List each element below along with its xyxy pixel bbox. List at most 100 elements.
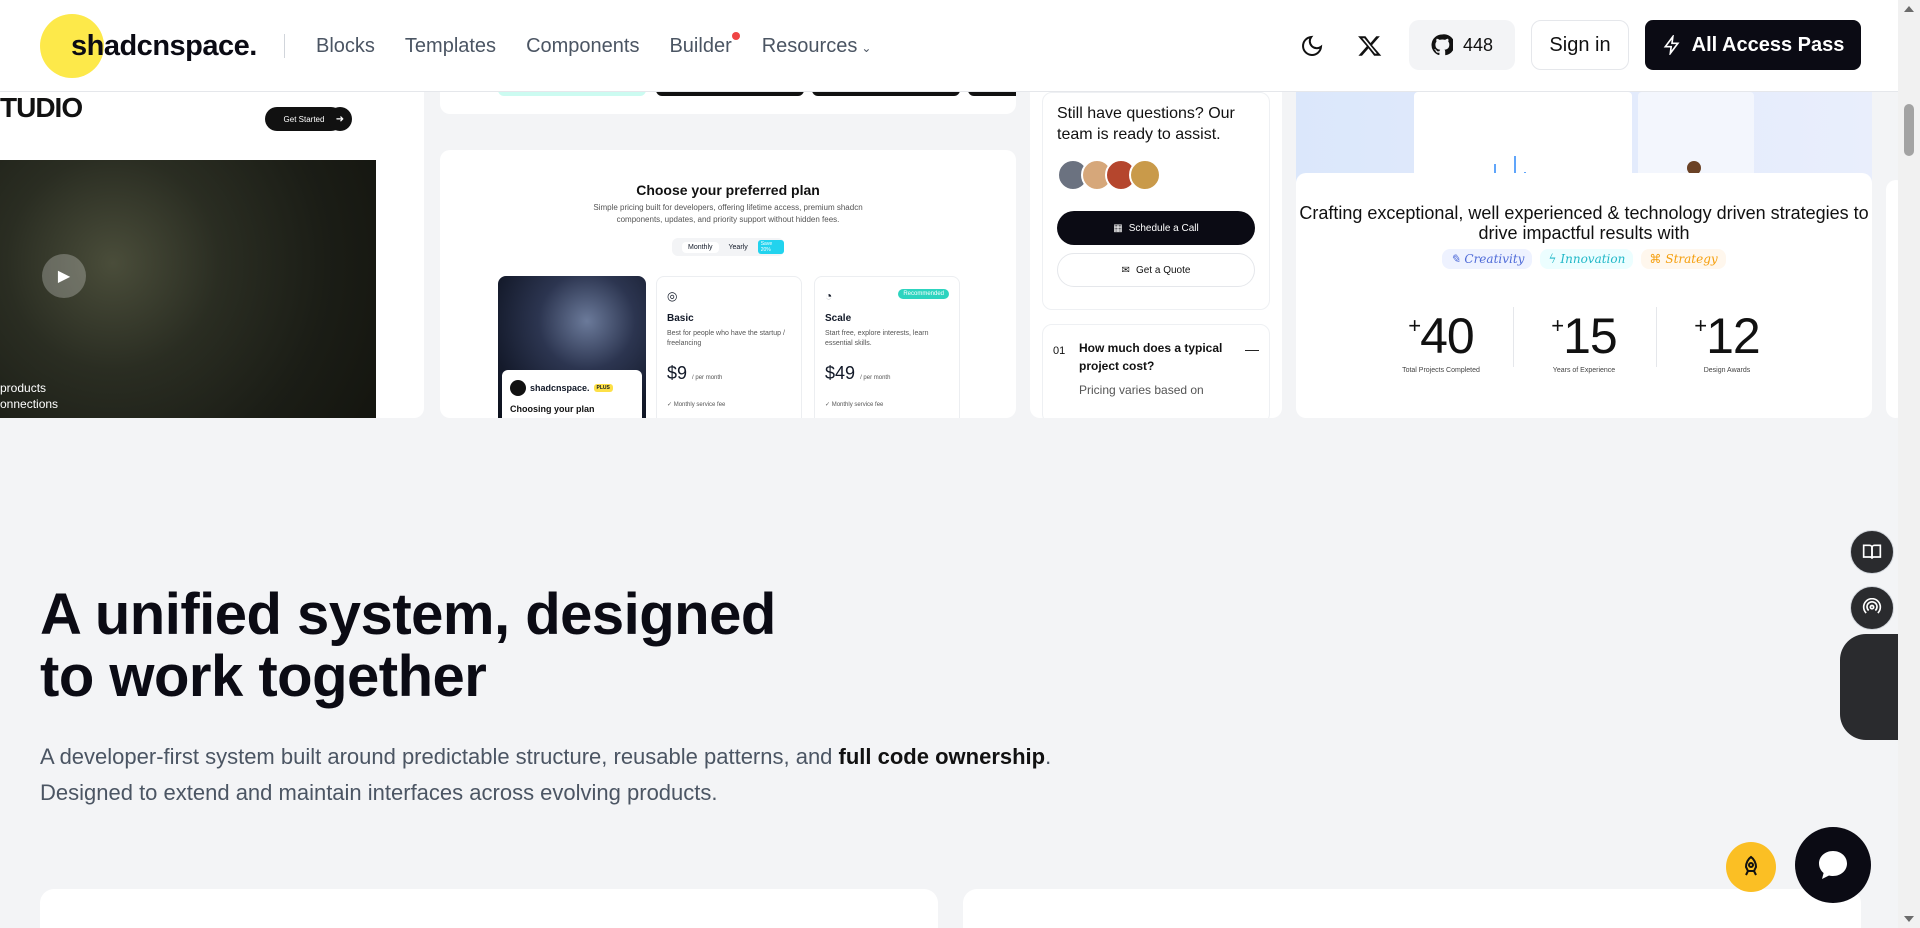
stat-label: Total Projects Completed <box>1402 367 1480 374</box>
nav-components[interactable]: Components <box>526 35 639 58</box>
plan-period: / per month <box>692 375 723 381</box>
toggle-yearly[interactable]: Yearly <box>729 244 748 251</box>
arrow-right-icon[interactable]: ➜ <box>328 107 352 131</box>
podcast-icon <box>1862 598 1882 614</box>
plan-name: Basic <box>667 313 694 324</box>
video-thumbnail[interactable]: ▶ products onnections <box>0 160 376 418</box>
chip-innovation: ϟ Innovation <box>1540 249 1634 269</box>
yearly-badge: Save 20% <box>757 240 784 254</box>
description-emphasis: full code ownership <box>838 744 1046 769</box>
faq-item-title: How much does a typical project cost? <box>1079 341 1223 373</box>
x-icon <box>1358 36 1382 56</box>
plan-feature: ✓ Monthly service fee <box>667 402 726 408</box>
all-access-pass-button[interactable]: All Access Pass <box>1645 20 1861 70</box>
launch-button[interactable] <box>1726 842 1776 892</box>
calendar-icon: ▦ <box>1113 222 1123 234</box>
minus-icon[interactable]: — <box>1245 341 1259 357</box>
scroll-up-icon[interactable] <box>1904 6 1914 12</box>
chip-strategy: ⌘ Strategy <box>1641 249 1726 269</box>
site-header: shadcnspace. Blocks Templates Components… <box>0 0 1898 92</box>
x-link-button[interactable] <box>1346 22 1394 70</box>
docs-button[interactable] <box>1850 530 1894 574</box>
section-description: A developer-first system built around pr… <box>40 739 1051 811</box>
pricing-title: Choose your preferred plan <box>636 182 820 198</box>
play-icon[interactable]: ▶ <box>42 254 86 298</box>
studio-preview-card[interactable]: TUDIO Get Started ➜ ▶ products onnection… <box>0 92 424 418</box>
recommended-badge: Recommended <box>898 289 949 299</box>
nav-templates[interactable]: Templates <box>405 35 496 58</box>
bolt-icon <box>1663 35 1680 55</box>
stat-number: 15 <box>1563 308 1618 364</box>
get-quote-button[interactable]: ✉ Get a Quote <box>1057 253 1255 287</box>
schedule-call-label: Schedule a Call <box>1128 222 1199 234</box>
edge-preview-card[interactable] <box>1886 180 1898 418</box>
image-overlay-card: shadcnspace. PLUS Choosing your plan <box>502 370 642 418</box>
moon-icon <box>1302 35 1323 56</box>
video-caption-line2: onnections <box>0 397 59 411</box>
plan-price-value: $9 <box>667 363 688 383</box>
sign-in-button[interactable]: Sign in <box>1531 20 1629 70</box>
stats-title: Crafting exceptional, well experienced &… <box>1299 203 1869 243</box>
podcast-button[interactable] <box>1850 586 1894 630</box>
strategy-chips: ✎ Creativity ϟ Innovation ⌘ Strategy <box>1296 249 1872 269</box>
buttons-preview-card[interactable] <box>440 92 1016 114</box>
plan-feature-text: Monthly service fee <box>831 402 884 408</box>
schedule-call-button[interactable]: ▦ Schedule a Call <box>1057 211 1255 245</box>
stat-value: +12 <box>1694 308 1760 364</box>
nav-resources-label: Resources <box>761 34 858 57</box>
image-brand: shadcnspace. PLUS <box>510 380 613 396</box>
get-quote-label: Get a Quote <box>1135 264 1191 276</box>
rail-background <box>1840 634 1898 740</box>
scroll-down-icon[interactable] <box>1904 916 1914 922</box>
pie-icon: ◔ <box>825 289 833 303</box>
toggle-monthly[interactable]: Monthly <box>682 241 719 253</box>
video-caption: products onnections <box>0 380 58 412</box>
plus-badge: PLUS <box>593 384 613 392</box>
stats-preview-card[interactable]: Crafting exceptional, well experienced &… <box>1296 173 1872 418</box>
strip-button <box>498 92 646 96</box>
section-headline: A unified system, designed to work toget… <box>40 584 776 708</box>
faq-accordion-item[interactable]: 01 How much does a typical project cost?… <box>1042 324 1270 418</box>
wand-icon: ✎ <box>1450 252 1461 266</box>
chat-button[interactable] <box>1795 827 1871 903</box>
faq-preview-card[interactable]: Still have questions? Our team is ready … <box>1030 92 1282 418</box>
description-line-2: Designed to extend and maintain interfac… <box>40 780 718 805</box>
main-nav: Blocks Templates Components Builder Reso… <box>316 0 901 92</box>
nav-blocks[interactable]: Blocks <box>316 35 375 58</box>
stat-item: +40 Total Projects Completed <box>1376 307 1506 374</box>
stat-value: +15 <box>1551 308 1618 364</box>
plan-price-value: $49 <box>825 363 856 383</box>
nav-resources[interactable]: Resources ⌄ <box>762 35 872 58</box>
chip-creativity: ✎ Creativity <box>1442 249 1533 269</box>
logo[interactable]: shadcnspace. <box>40 14 257 78</box>
plan-card-scale[interactable]: ◔ Recommended Scale Start free, explore … <box>814 276 960 418</box>
stat-label: Design Awards <box>1703 367 1751 374</box>
page-scrollbar[interactable] <box>1898 0 1920 928</box>
description-period: . <box>1045 744 1052 769</box>
theme-toggle-button[interactable] <box>1288 22 1336 70</box>
scrollbar-thumb[interactable] <box>1904 104 1914 156</box>
github-icon <box>1431 34 1453 56</box>
chat-icon <box>1819 851 1847 879</box>
pricing-preview-card[interactable]: Choose your preferred plan Simple pricin… <box>440 150 1016 418</box>
plan-card-basic[interactable]: ◎ Basic Best for people who have the sta… <box>656 276 802 418</box>
nodes-icon: ⌘ <box>1649 252 1662 266</box>
strip-button <box>656 92 804 96</box>
nav-builder[interactable]: Builder <box>669 31 740 58</box>
image-line: Choosing your plan <box>510 404 595 414</box>
all-access-pass-label: All Access Pass <box>1691 33 1845 56</box>
plan-price: $9 / per month <box>667 363 722 384</box>
plan-name: Scale <box>825 313 852 324</box>
billing-toggle[interactable]: Monthly Yearly Save 20% <box>672 238 784 256</box>
stat-item: +15 Years of Experience <box>1513 307 1649 374</box>
faq-item-answer: Pricing varies based on <box>1079 383 1204 397</box>
pricing-subtitle: Simple pricing built for developers, off… <box>593 203 863 224</box>
github-stars-button[interactable]: 448 <box>1409 20 1515 70</box>
headline-line-2: to work together <box>40 644 487 709</box>
mail-icon: ✉ <box>1121 264 1130 276</box>
studio-title: TUDIO <box>0 92 83 123</box>
plan-desc: Start free, explore interests, learn ess… <box>825 330 929 347</box>
stat-item: +12 Design Awards <box>1656 307 1792 374</box>
stats-row: +40 Total Projects Completed +15 Years o… <box>1376 307 1792 374</box>
header-divider <box>284 34 285 58</box>
